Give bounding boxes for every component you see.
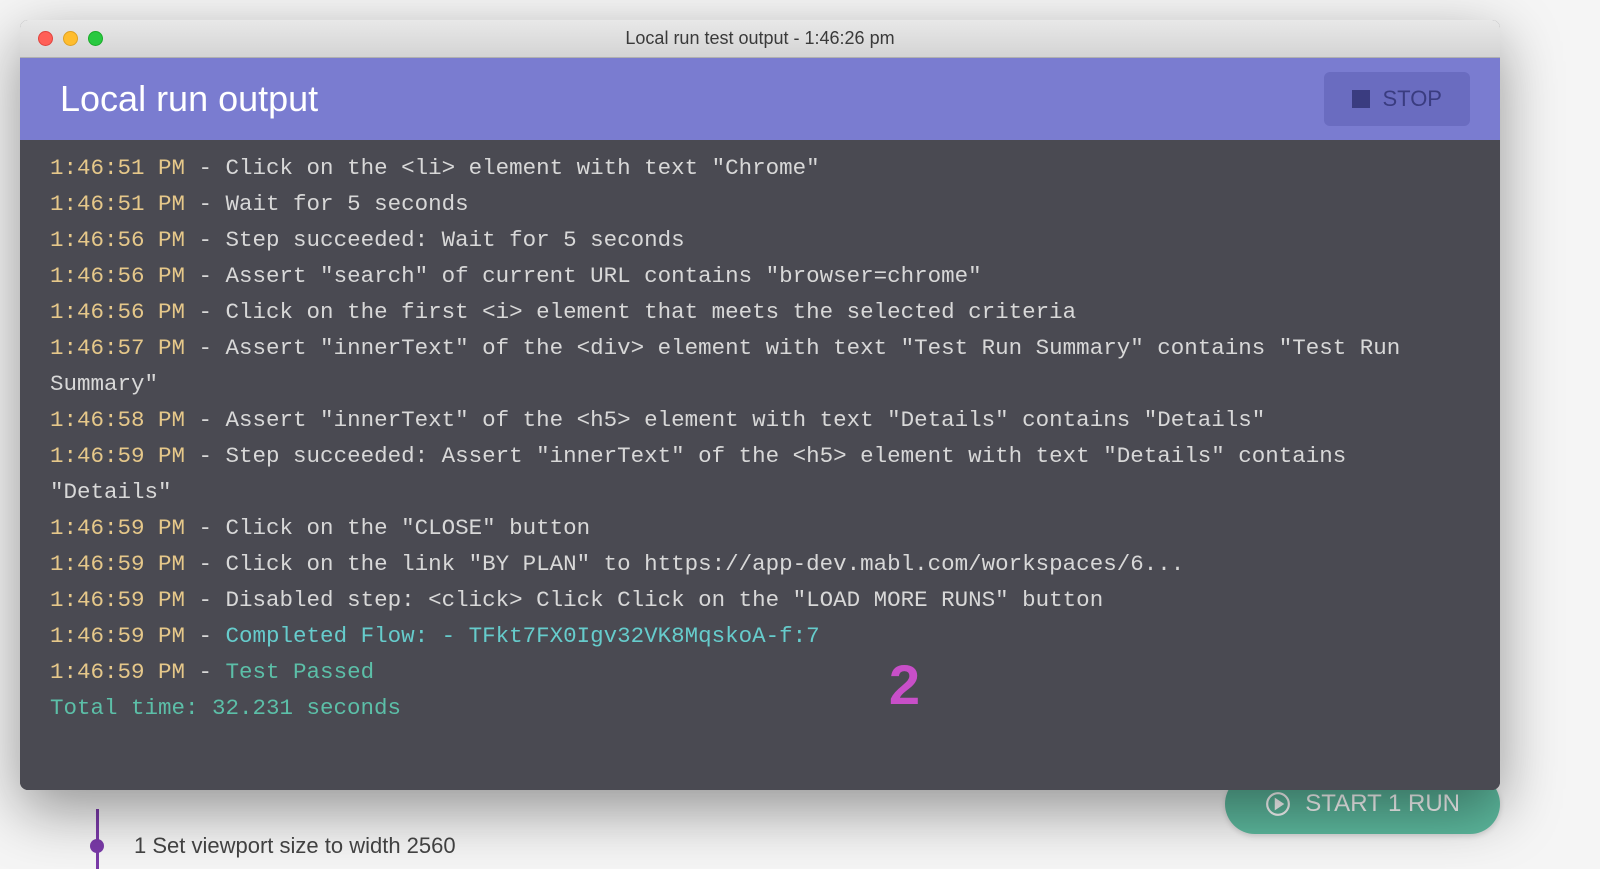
page-title: Local run output [60, 78, 318, 120]
minimize-window-icon[interactable] [63, 31, 78, 46]
close-window-icon[interactable] [38, 31, 53, 46]
log-message: Click on the first <i> element that meet… [226, 299, 1077, 325]
log-line: 1:46:56 PM - Assert "search" of current … [50, 258, 1470, 294]
log-line: 1:46:59 PM - Disabled step: <click> Clic… [50, 582, 1470, 618]
annotation-number: 2 [889, 640, 920, 730]
log-timestamp: 1:46:51 PM [50, 155, 185, 181]
log-separator: - [185, 335, 226, 361]
log-timestamp: 1:46:57 PM [50, 335, 185, 361]
log-line: 1:46:59 PM - Completed Flow: - TFkt7FX0I… [50, 618, 1470, 654]
log-separator: - [185, 623, 226, 649]
log-message: Click on the "CLOSE" button [226, 515, 591, 541]
log-timestamp: 1:46:59 PM [50, 515, 185, 541]
log-message: Wait for 5 seconds [226, 191, 469, 217]
log-line: 1:46:59 PM - Click on the "CLOSE" button [50, 510, 1470, 546]
log-separator: - [185, 551, 226, 577]
log-separator: - [185, 407, 226, 433]
log-message: Click on the <li> element with text "Chr… [226, 155, 820, 181]
total-time-line: Total time: 32.231 seconds [50, 690, 1470, 726]
stop-button[interactable]: STOP [1324, 72, 1470, 126]
play-circle-icon [1265, 791, 1291, 817]
log-timestamp: 1:46:59 PM [50, 587, 185, 613]
log-separator: - [185, 515, 226, 541]
background-step: 1 Set viewport size to width 2560 [90, 833, 456, 859]
log-separator: - [185, 299, 226, 325]
log-separator: - [185, 587, 226, 613]
start-run-label: START 1 RUN [1305, 790, 1460, 818]
console-output[interactable]: 1:46:51 PM - Click on the <li> element w… [20, 140, 1500, 790]
log-timestamp: 1:46:59 PM [50, 623, 185, 649]
step-dot-icon [90, 839, 104, 853]
traffic-lights [20, 31, 103, 46]
log-line: 1:46:57 PM - Assert "innerText" of the <… [50, 330, 1470, 402]
log-separator: - [185, 659, 226, 685]
log-line: 1:46:56 PM - Step succeeded: Wait for 5 … [50, 222, 1470, 258]
output-window: Local run test output - 1:46:26 pm Local… [20, 20, 1500, 790]
log-line: 1:46:51 PM - Click on the <li> element w… [50, 150, 1470, 186]
window-title: Local run test output - 1:46:26 pm [20, 28, 1500, 49]
log-message: Click on the link "BY PLAN" to https://a… [226, 551, 1185, 577]
log-timestamp: 1:46:59 PM [50, 551, 185, 577]
log-timestamp: 1:46:59 PM [50, 443, 185, 469]
log-timestamp: 1:46:56 PM [50, 227, 185, 253]
window-titlebar[interactable]: Local run test output - 1:46:26 pm [20, 20, 1500, 58]
stop-button-label: STOP [1382, 86, 1442, 112]
log-timestamp: 1:46:56 PM [50, 299, 185, 325]
log-timestamp: 1:46:56 PM [50, 263, 185, 289]
maximize-window-icon[interactable] [88, 31, 103, 46]
log-message: Disabled step: <click> Click Click on th… [226, 587, 1104, 613]
log-separator: - [185, 191, 226, 217]
log-line: 1:46:59 PM - Click on the link "BY PLAN"… [50, 546, 1470, 582]
log-line: 1:46:58 PM - Assert "innerText" of the <… [50, 402, 1470, 438]
log-separator: - [185, 227, 226, 253]
log-message: Assert "innerText" of the <h5> element w… [226, 407, 1266, 433]
log-separator: - [185, 155, 226, 181]
log-line: 1:46:51 PM - Wait for 5 seconds [50, 186, 1470, 222]
log-message: Assert "search" of current URL contains … [226, 263, 982, 289]
log-timestamp: 1:46:58 PM [50, 407, 185, 433]
log-timestamp: 1:46:59 PM [50, 659, 185, 685]
header-bar: Local run output STOP [20, 58, 1500, 140]
log-message: Step succeeded: Assert "innerText" of th… [50, 443, 1360, 505]
stop-icon [1352, 90, 1370, 108]
log-line: 1:46:59 PM - Step succeeded: Assert "inn… [50, 438, 1470, 510]
log-message: Assert "innerText" of the <div> element … [50, 335, 1414, 397]
log-message: Step succeeded: Wait for 5 seconds [226, 227, 685, 253]
step-text: 1 Set viewport size to width 2560 [134, 833, 456, 859]
log-separator: - [185, 263, 226, 289]
log-line: 1:46:56 PM - Click on the first <i> elem… [50, 294, 1470, 330]
log-message: Test Passed [226, 659, 375, 685]
log-line: 1:46:59 PM - Test Passed [50, 654, 1470, 690]
log-separator: - [185, 443, 226, 469]
log-lines: 1:46:51 PM - Click on the <li> element w… [50, 150, 1470, 690]
log-message: Completed Flow: - TFkt7FX0Igv32VK8MqskoA… [226, 623, 820, 649]
log-timestamp: 1:46:51 PM [50, 191, 185, 217]
